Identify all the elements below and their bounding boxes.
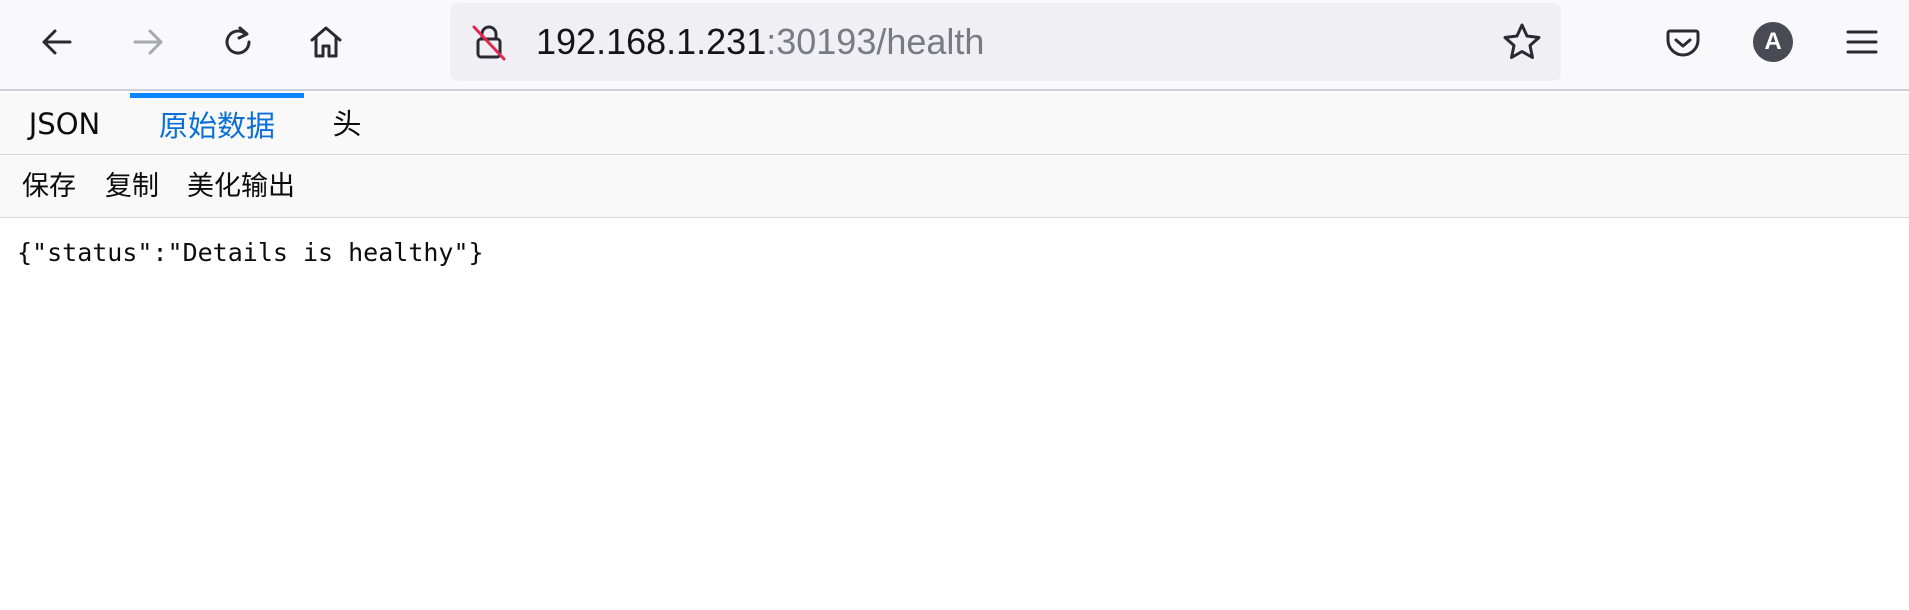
- url-path: :30193/health: [766, 21, 985, 62]
- browser-toolbar: 192.168.1.231:30193/health A: [0, 0, 1909, 91]
- app-menu-button[interactable]: [1834, 14, 1890, 70]
- copy-button[interactable]: 复制: [105, 156, 159, 217]
- raw-data-panel: {"status":"Details is healthy"}: [0, 219, 1909, 610]
- pretty-print-button[interactable]: 美化输出: [187, 156, 295, 217]
- star-icon[interactable]: [1501, 21, 1543, 63]
- home-button[interactable]: [298, 14, 354, 70]
- tab-raw-data[interactable]: 原始数据: [130, 93, 304, 154]
- arrow-left-icon: [42, 29, 72, 55]
- reload-icon: [225, 26, 251, 55]
- pocket-icon: [1666, 29, 1700, 57]
- account-avatar[interactable]: A: [1753, 22, 1793, 62]
- home-icon: [310, 26, 342, 58]
- url-host: 192.168.1.231: [536, 21, 767, 62]
- raw-data-toolbar: 保存 复制 美化输出: [0, 156, 1909, 218]
- tab-headers[interactable]: 头: [304, 93, 390, 154]
- forward-button[interactable]: [120, 14, 176, 70]
- reload-button[interactable]: [210, 14, 266, 70]
- address-bar[interactable]: 192.168.1.231:30193/health: [450, 3, 1561, 81]
- back-button[interactable]: [29, 14, 85, 70]
- insecure-lock-icon[interactable]: [469, 22, 509, 62]
- arrow-right-icon: [133, 29, 163, 55]
- hamburger-menu-icon: [1846, 30, 1878, 54]
- save-button[interactable]: 保存: [22, 156, 76, 217]
- raw-response-text: {"status":"Details is healthy"}: [17, 238, 484, 267]
- viewer-tabs: JSON 原始数据 头: [0, 93, 1909, 155]
- url-text[interactable]: 192.168.1.231:30193/health: [536, 3, 984, 81]
- pocket-button[interactable]: [1655, 14, 1711, 70]
- tab-json[interactable]: JSON: [0, 93, 129, 154]
